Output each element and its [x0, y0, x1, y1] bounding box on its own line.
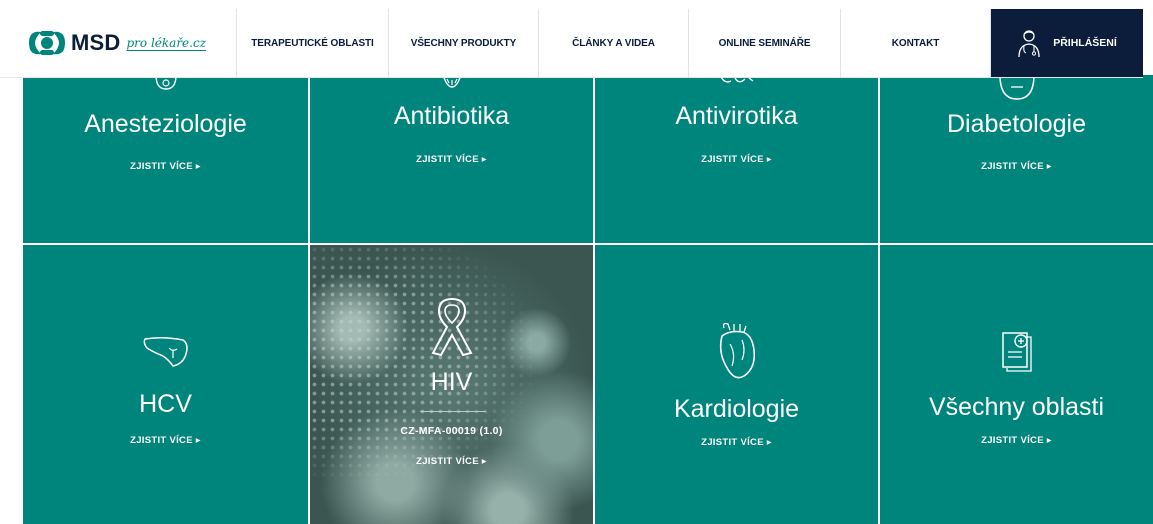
learn-more-link[interactable]: ZJISTIT VÍCE ▸ [595, 154, 878, 165]
tile-diabetologie[interactable]: Diabetologie ZJISTIT VÍCE ▸ [880, 75, 1153, 243]
login-button[interactable]: PŘIHLÁŠENÍ [991, 9, 1143, 77]
learn-more-link[interactable]: ZJISTIT VÍCE ▸ [310, 154, 593, 165]
title-divider [420, 411, 486, 412]
tile-title: Anesteziologie [84, 110, 247, 138]
ribbon-icon [431, 297, 472, 357]
tile-antibiotika[interactable]: Antibiotika ZJISTIT VÍCE ▸ [310, 75, 593, 243]
learn-more-link[interactable]: ZJISTIT VÍCE ▸ [23, 161, 308, 172]
diabetes-icon [998, 75, 1035, 100]
tile-anesteziologie[interactable]: Anesteziologie ZJISTIT VÍCE ▸ [23, 75, 308, 243]
antibiotics-icon [441, 75, 462, 88]
tile-antivirotika[interactable]: Antivirotika ZJISTIT VÍCE ▸ [595, 75, 878, 243]
brand-name: MSD [71, 30, 121, 55]
tile-hcv[interactable]: HCV ZJISTIT VÍCE ▸ [23, 245, 308, 524]
document-icon [1001, 332, 1032, 372]
heart-icon [719, 322, 755, 379]
tile-hiv[interactable]: HIV CZ-MFA-00019 (1.0) ZJISTIT VÍCE ▸ [310, 245, 593, 524]
tile-title: Antibiotika [393, 102, 510, 130]
tile-title: Kardiologie [673, 395, 800, 423]
nav-online-seminare[interactable]: ONLINE SEMINÁŘE [689, 9, 841, 77]
learn-more-link[interactable]: ZJISTIT VÍCE ▸ [880, 161, 1153, 172]
material-code: CZ-MFA-00019 (1.0) [400, 425, 503, 437]
learn-more-link[interactable]: ZJISTIT VÍCE ▸ [310, 456, 593, 467]
nav-terapeuticke-oblasti[interactable]: TERAPEUTICKÉ OBLASTI [237, 9, 389, 77]
therapeutic-areas-grid: Anesteziologie ZJISTIT VÍCE ▸ Antibiotik… [0, 0, 1153, 524]
msd-logo[interactable]: MSD pro lékaře.cz [0, 9, 237, 77]
login-label: PŘIHLÁŠENÍ [1053, 37, 1117, 49]
tile-title: Diabetologie [947, 110, 1086, 138]
tile-title: HIV [430, 368, 473, 396]
learn-more-link[interactable]: ZJISTIT VÍCE ▸ [23, 435, 308, 446]
top-navigation: MSD pro lékaře.cz TERAPEUTICKÉ OBLASTI V… [0, 9, 1143, 77]
tile-title: Antivirotika [675, 102, 798, 130]
nav-kontakt[interactable]: KONTAKT [841, 9, 991, 77]
tile-title: HCV [139, 390, 192, 418]
learn-more-link[interactable]: ZJISTIT VÍCE ▸ [880, 435, 1153, 446]
tile-vsechny-oblasti[interactable]: Všechny oblasti ZJISTIT VÍCE ▸ [880, 245, 1153, 524]
msd-logo-icon [29, 31, 65, 55]
tile-kardiologie[interactable]: Kardiologie ZJISTIT VÍCE ▸ [595, 245, 878, 524]
nav-clanky-a-videa[interactable]: ČLÁNKY A VIDEA [539, 9, 689, 77]
doctor-icon [1018, 30, 1040, 58]
anesthesia-icon [154, 75, 177, 90]
liver-icon [143, 336, 188, 367]
brand-tagline: pro lékaře.cz [126, 36, 207, 50]
tile-title: Všechny oblasti [928, 393, 1105, 421]
nav-vsechny-produkty[interactable]: VŠECHNY PRODUKTY [389, 9, 539, 77]
learn-more-link[interactable]: ZJISTIT VÍCE ▸ [595, 437, 878, 448]
